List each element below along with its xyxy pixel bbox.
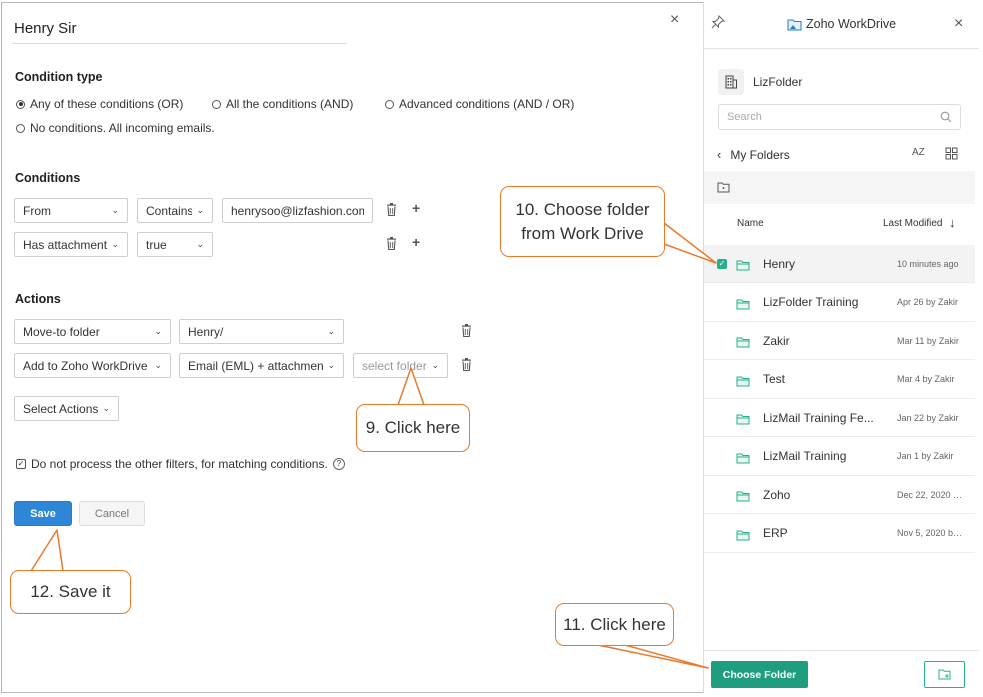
callout-text: from Work Drive [521,223,644,243]
callout-choose-folder: 10. Choose folder from Work Drive [500,186,665,257]
callout-text: 10. Choose folder [515,199,650,219]
callout-click-select-folder: 9. Click here [356,404,470,452]
callout-pointers [30,222,717,669]
callout-click-choose-folder: 11. Click here [555,603,674,646]
callout-save-it: 12. Save it [10,570,131,614]
